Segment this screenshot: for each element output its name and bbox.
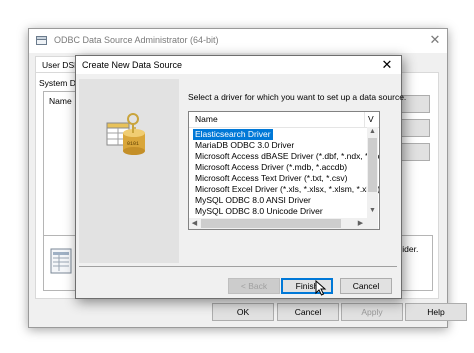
driver-name: Elasticsearch Driver	[193, 129, 273, 140]
create-new-data-source-dialog: Create New Data Source ✕ 0101 Select a d…	[75, 55, 406, 299]
driver-name: Microsoft Excel Driver (*.xls, *.xlsx, *…	[195, 184, 380, 194]
back-button[interactable]: < Back	[228, 278, 280, 294]
odbc-app-icon	[36, 36, 47, 45]
vertical-scrollbar[interactable]: ▲ ▼	[367, 127, 378, 218]
driver-name: MariaDB ODBC 3.0 Driver	[195, 140, 295, 150]
driver-name: Microsoft Access Text Driver (*.txt, *.c…	[195, 173, 348, 183]
driver-row[interactable]: MySQL ODBC 8.0 Unicode Driver8	[189, 206, 372, 217]
vertical-scroll-thumb[interactable]	[368, 138, 377, 192]
scroll-left-icon[interactable]: ◀	[189, 218, 200, 229]
ok-button[interactable]: OK	[212, 303, 274, 321]
main-window-title: ODBC Data Source Administrator (64-bit)	[54, 35, 219, 45]
cancel-button[interactable]: Cancel	[277, 303, 339, 321]
horizontal-scroll-thumb[interactable]	[201, 219, 341, 228]
scrollbar-corner	[367, 218, 378, 229]
svg-text:0101: 0101	[127, 141, 139, 147]
driver-row[interactable]: MariaDB ODBC 3.0 Driver3	[189, 140, 372, 151]
driver-row[interactable]: MySQL ODBC 8.0 ANSI Driver8	[189, 195, 372, 206]
instruction-text: Select a driver for which you want to se…	[188, 92, 407, 102]
wizard-art-panel: 0101	[79, 79, 179, 263]
dialog-divider	[79, 266, 397, 267]
driver-list-header: Name V	[189, 112, 379, 128]
driver-row[interactable]: Microsoft Access Driver (*.mdb, *.accdb)…	[189, 162, 372, 173]
system-dsn-label: System D	[39, 78, 76, 88]
help-button[interactable]: Help	[405, 303, 467, 321]
version-column-header[interactable]: V	[368, 114, 374, 124]
main-title-bar[interactable]: ODBC Data Source Administrator (64-bit) …	[29, 29, 447, 53]
driver-row[interactable]: Microsoft Access Text Driver (*.txt, *.c…	[189, 173, 372, 184]
driver-name: Microsoft Access dBASE Driver (*.dbf, *.…	[195, 151, 380, 161]
name-column-header[interactable]: Name	[49, 96, 72, 106]
main-close-icon[interactable]: ✕	[428, 32, 442, 48]
scroll-down-icon[interactable]: ▼	[367, 206, 378, 216]
driver-row[interactable]: Microsoft Access dBASE Driver (*.dbf, *.…	[189, 151, 379, 162]
horizontal-scrollbar[interactable]: ◀ ▶	[189, 218, 367, 229]
dialog-close-icon[interactable]: ✕	[379, 57, 395, 73]
driver-name: MySQL ODBC 8.0 ANSI Driver	[195, 195, 311, 205]
scroll-right-icon[interactable]: ▶	[355, 218, 366, 229]
column-separator[interactable]	[364, 112, 365, 127]
driver-list[interactable]: Name V Elasticsearch Driver6MariaDB ODBC…	[188, 111, 380, 230]
driver-row[interactable]: Microsoft Excel Driver (*.xls, *.xlsx, *…	[189, 184, 379, 195]
driver-name: Microsoft Access Driver (*.mdb, *.accdb)	[195, 162, 348, 172]
driver-row[interactable]: Elasticsearch Driver6	[189, 129, 372, 140]
database-key-icon: 0101	[106, 113, 145, 155]
name-column-header[interactable]: Name	[195, 114, 218, 124]
apply-button[interactable]: Apply	[341, 303, 403, 321]
dialog-cancel-button[interactable]: Cancel	[340, 278, 392, 294]
scroll-up-icon[interactable]: ▲	[367, 127, 378, 137]
mouse-pointer-icon	[315, 280, 327, 296]
data-source-icon	[50, 248, 72, 274]
dialog-title: Create New Data Source	[82, 60, 183, 70]
driver-name: MySQL ODBC 8.0 Unicode Driver	[195, 206, 323, 216]
dialog-title-bar[interactable]: Create New Data Source ✕	[76, 56, 401, 74]
